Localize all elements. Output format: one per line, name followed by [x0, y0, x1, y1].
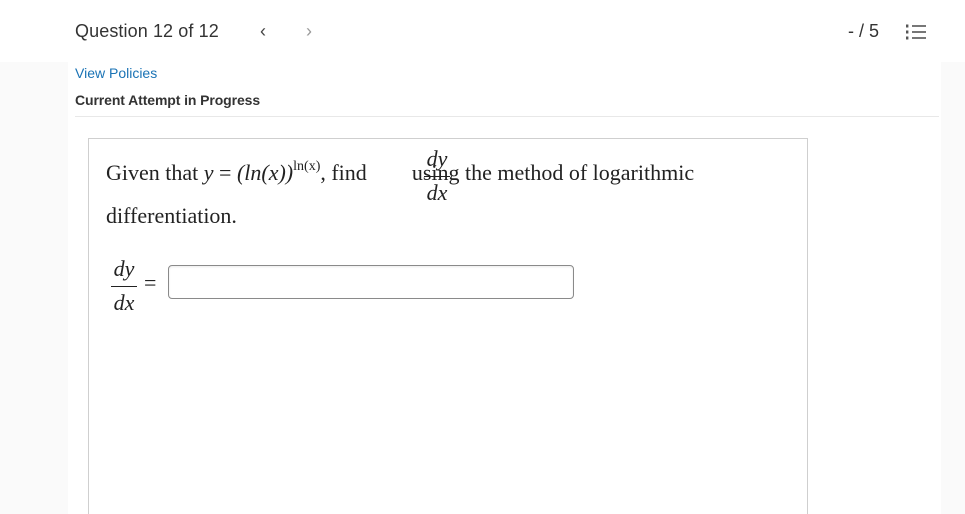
answer-derivative-fraction: dy dx	[111, 258, 137, 314]
question-text: Given that y = (ln(x))ln(x), find using …	[106, 159, 694, 186]
question-text-line2: differentiation.	[106, 203, 237, 228]
answer-equals-sign: =	[144, 270, 157, 295]
view-policies-link[interactable]: View Policies	[75, 65, 157, 81]
fraction-numerator: dy	[426, 146, 448, 171]
page: Question 12 of 12 ‹ › - / 5 View Policie…	[0, 0, 965, 514]
fraction-numerator: dy	[113, 256, 135, 281]
attempt-status: Current Attempt in Progress	[75, 92, 261, 108]
question-find-text: , find	[320, 160, 373, 185]
score-display: - / 5	[848, 21, 880, 41]
fraction-bar	[111, 286, 137, 287]
list-icon[interactable]	[905, 22, 927, 42]
question-y-var: y	[203, 160, 214, 185]
divider	[75, 116, 939, 117]
fraction-denominator: dx	[113, 290, 135, 315]
question-base: (ln(x))	[236, 160, 294, 185]
question-derivative-fraction: dy dx	[424, 148, 450, 204]
question-exponent: ln(x)	[293, 159, 321, 174]
fraction-bar	[424, 176, 450, 177]
chevron-left-icon[interactable]: ‹	[253, 20, 273, 42]
chevron-right-icon[interactable]: ›	[299, 20, 319, 42]
question-header: Question 12 of 12 ‹ › - / 5	[0, 0, 965, 62]
question-given-text: Given that	[106, 160, 204, 185]
question-counter: Question 12 of 12	[75, 21, 219, 41]
question-equals: =	[213, 160, 237, 185]
answer-input[interactable]	[168, 265, 574, 299]
fraction-denominator: dx	[426, 180, 448, 205]
